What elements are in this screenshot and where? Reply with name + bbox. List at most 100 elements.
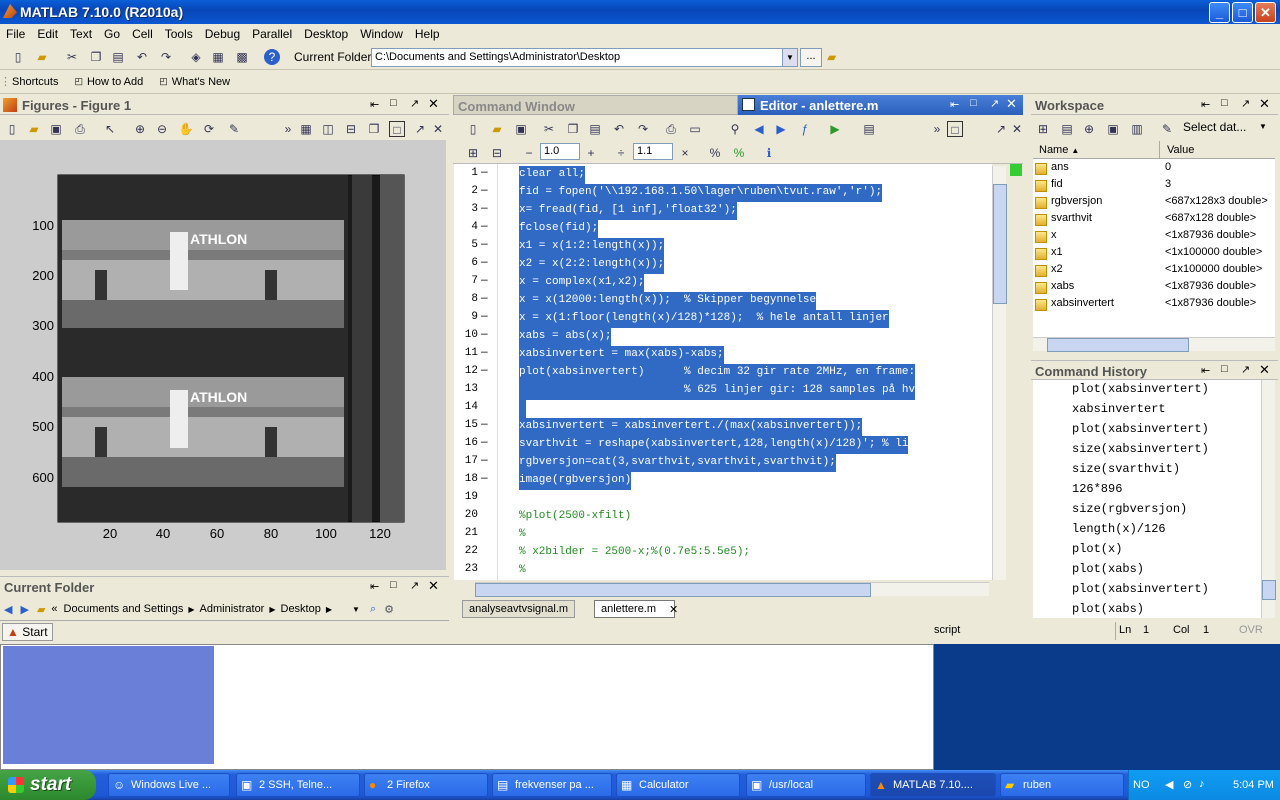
task-frekvenser[interactable]: ▤ frekvenser pa ... bbox=[492, 773, 612, 797]
breakpoint-marker[interactable]: — bbox=[481, 473, 488, 485]
breadcrumb-administrator[interactable]: Administrator bbox=[200, 603, 265, 615]
code-line[interactable]: x = complex(x1,x2); bbox=[519, 274, 645, 292]
parent-folder-icon[interactable]: ▰ bbox=[827, 50, 843, 66]
code-line[interactable]: %plot(2500-xfilt) bbox=[519, 508, 631, 526]
function-icon[interactable]: ƒ bbox=[797, 121, 813, 137]
undock-editor-icon[interactable]: ↗ bbox=[993, 121, 1009, 137]
select-data-dropdown-icon[interactable]: ▼ bbox=[1259, 122, 1267, 131]
history-item[interactable]: plot(xabsinvertert) bbox=[1072, 422, 1209, 436]
save-figure-icon[interactable]: ▣ bbox=[48, 121, 64, 137]
code-line[interactable]: xabs = abs(x); bbox=[519, 328, 612, 346]
print-icon[interactable]: ⎙ bbox=[663, 121, 679, 137]
breakpoint-marker[interactable]: — bbox=[481, 275, 488, 287]
copy-icon[interactable]: ❐ bbox=[565, 121, 581, 137]
breakpoint-marker[interactable]: — bbox=[481, 419, 488, 431]
whats-new-link[interactable]: What's New bbox=[172, 76, 230, 88]
task-usr-local[interactable]: ▣/usr/local bbox=[746, 773, 866, 797]
open-folder-icon[interactable]: ▰ bbox=[489, 121, 505, 137]
menu-desktop[interactable]: Desktop bbox=[298, 27, 354, 41]
windows-start-button[interactable]: start bbox=[0, 770, 96, 800]
undock-panel-icon[interactable]: ↗ bbox=[1241, 363, 1250, 376]
undock-panel-icon[interactable]: ↗ bbox=[410, 579, 419, 592]
workspace-row[interactable]: x <1x87936 double> bbox=[1033, 229, 1275, 246]
minimize-button[interactable]: _ bbox=[1209, 2, 1230, 23]
code-line[interactable]: fclose(fid); bbox=[519, 220, 599, 238]
breakpoint-marker[interactable]: — bbox=[481, 203, 488, 215]
code-line[interactable]: % bbox=[519, 526, 526, 544]
code-line[interactable]: % x2bilder = 2500-x;%(0.7e5:5.5e5); bbox=[519, 544, 750, 562]
menu-tools[interactable]: Tools bbox=[159, 27, 199, 41]
breakpoint-marker[interactable]: — bbox=[481, 293, 488, 305]
new-figure-icon[interactable]: ▯ bbox=[4, 121, 20, 137]
select-data-dropdown[interactable]: Select dat... bbox=[1183, 120, 1246, 134]
history-item[interactable]: plot(xabsinvertert) bbox=[1072, 582, 1209, 596]
paste-icon[interactable]: ▤ bbox=[587, 121, 603, 137]
workspace-value-column[interactable]: Value bbox=[1167, 144, 1194, 156]
gear-icon[interactable]: ⚙ bbox=[384, 603, 394, 616]
run-icon[interactable]: ▶ bbox=[827, 121, 843, 137]
history-item[interactable]: plot(xabs) bbox=[1072, 602, 1144, 616]
history-item[interactable]: size(svarthvit) bbox=[1072, 462, 1180, 476]
undock-icon[interactable]: ⇤ bbox=[1201, 98, 1210, 111]
volume-icon[interactable]: ♪ bbox=[1199, 778, 1205, 790]
import-data-icon[interactable]: ⊕ bbox=[1081, 121, 1097, 137]
breakpoint-marker[interactable]: — bbox=[481, 311, 488, 323]
workspace-scroll-thumb[interactable] bbox=[1047, 338, 1189, 352]
more-tools-icon[interactable]: » bbox=[280, 121, 296, 137]
history-scroll-thumb[interactable] bbox=[1262, 580, 1276, 600]
uncomment-icon[interactable]: % bbox=[731, 145, 747, 161]
workspace-row[interactable]: xabsinvertert <1x87936 double> bbox=[1033, 297, 1275, 314]
breadcrumb-documents[interactable]: Documents and Settings bbox=[64, 603, 184, 615]
close-figure-icon[interactable]: ✕ bbox=[430, 121, 446, 137]
task-matlab[interactable]: ▲ MATLAB 7.10.... bbox=[870, 773, 996, 797]
close-editor-icon[interactable]: ✕ bbox=[1009, 121, 1025, 137]
workspace-row[interactable]: fid 3 bbox=[1033, 178, 1275, 195]
breakpoint-marker[interactable]: — bbox=[481, 257, 488, 269]
history-item[interactable]: plot(xabs) bbox=[1072, 562, 1144, 576]
breakpoint-marker[interactable]: — bbox=[481, 365, 488, 377]
history-item[interactable]: length(x)/126 bbox=[1072, 522, 1166, 536]
matlab-start-button[interactable]: ▲ Start bbox=[2, 623, 53, 641]
tab-anlettere[interactable]: anlettere.m ✕ bbox=[594, 600, 678, 618]
breakpoint-marker[interactable]: — bbox=[481, 185, 488, 197]
simulink-icon[interactable]: ◈ bbox=[188, 49, 204, 65]
shortcuts-label[interactable]: Shortcuts bbox=[12, 76, 58, 88]
breakpoint-marker[interactable]: — bbox=[481, 329, 488, 341]
code-line[interactable]: svarthvit = reshape(xabsinvertert,128,le… bbox=[519, 436, 909, 454]
back-icon[interactable]: ◀ bbox=[4, 603, 12, 616]
breadcrumb-desktop[interactable]: Desktop bbox=[281, 603, 321, 615]
data-cursor-icon[interactable]: ✎ bbox=[226, 121, 242, 137]
go-back-icon[interactable]: ◀ bbox=[751, 121, 767, 137]
editor-horizontal-scroll-thumb[interactable] bbox=[475, 583, 871, 597]
cut-icon[interactable]: ✂ bbox=[64, 49, 80, 65]
folder-dropdown-icon[interactable]: ▼ bbox=[782, 49, 797, 66]
undock-icon[interactable]: ⇤ bbox=[1201, 364, 1210, 377]
maximize-panel-icon[interactable]: □ bbox=[1221, 97, 1228, 109]
maximize-panel-icon[interactable]: □ bbox=[390, 97, 397, 109]
network-icon[interactable]: ⊘ bbox=[1183, 778, 1192, 791]
workspace-row[interactable]: rgbversjon <687x128x3 double> bbox=[1033, 195, 1275, 212]
profiler-icon[interactable]: ▩ bbox=[234, 49, 250, 65]
editor-vertical-scroll-thumb[interactable] bbox=[993, 184, 1007, 304]
breakpoint-icon[interactable]: ▤ bbox=[861, 121, 877, 137]
code-line[interactable]: x = x(12000:length(x)); % Skipper begynn… bbox=[519, 292, 817, 310]
go-forward-icon[interactable]: ▶ bbox=[773, 121, 789, 137]
close-tab-icon[interactable]: ✕ bbox=[669, 603, 678, 616]
rotate-icon[interactable]: ⟳ bbox=[201, 121, 217, 137]
history-vertical-scrollbar[interactable] bbox=[1261, 380, 1276, 618]
float-icon[interactable]: ❐ bbox=[366, 121, 382, 137]
task-calculator[interactable]: ▦ Calculator bbox=[616, 773, 740, 797]
workspace-row[interactable]: x1 <1x100000 double> bbox=[1033, 246, 1275, 263]
code-line[interactable]: x2 = x(2:2:length(x)); bbox=[519, 256, 665, 274]
paste-icon[interactable]: ▤ bbox=[110, 49, 126, 65]
close-panel-icon[interactable]: ✕ bbox=[428, 578, 439, 594]
workspace-row[interactable]: ans 0 bbox=[1033, 161, 1275, 178]
undock-icon[interactable]: ⇤ bbox=[370, 580, 379, 593]
search-icon[interactable]: ⌕ bbox=[370, 603, 376, 616]
zoom-out-icon[interactable]: ⊖ bbox=[154, 121, 170, 137]
task-windows-live[interactable]: ☺ Windows Live ... bbox=[108, 773, 230, 797]
maximize-button[interactable]: □ bbox=[1232, 2, 1253, 23]
menu-text[interactable]: Text bbox=[64, 27, 98, 41]
redo-icon[interactable]: ↷ bbox=[158, 49, 174, 65]
history-item[interactable]: size(xabsinvertert) bbox=[1072, 442, 1209, 456]
